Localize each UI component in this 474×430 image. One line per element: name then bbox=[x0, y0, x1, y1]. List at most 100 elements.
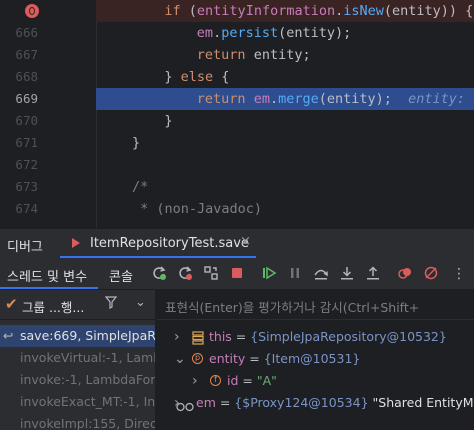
rerun-failed-icon[interactable] bbox=[176, 265, 194, 283]
line-gutter[interactable]: 669 bbox=[0, 88, 96, 110]
code-line[interactable]: 668} else { bbox=[0, 66, 474, 88]
tab-console[interactable]: 콘솔 bbox=[109, 266, 133, 285]
code-line[interactable]: 669 return em.merge(entity); entity: bbox=[0, 88, 474, 110]
tab-item-repository-test[interactable]: ItemRepositoryTest.save × bbox=[62, 229, 251, 258]
frames-header: ✔ 그룹 ...행... ⌄ bbox=[0, 290, 155, 320]
step-out-icon[interactable] bbox=[364, 265, 382, 283]
debug-title: 디버그 bbox=[7, 240, 43, 255]
code-token: return bbox=[196, 47, 254, 63]
stack-frame-item[interactable]: invokeImpl:155, Direct bbox=[0, 413, 156, 430]
line-gutter[interactable]: 670 bbox=[0, 110, 96, 132]
stack-frame-label: invokeVirtual:-1, Lamb bbox=[20, 350, 156, 365]
code-token: * (non-Javadoc) bbox=[132, 201, 263, 217]
stack-frame-item[interactable]: invokeVirtual:-1, Lamb bbox=[0, 347, 156, 369]
line-gutter[interactable] bbox=[0, 0, 96, 22]
variable-value: {SimpleJpaRepository@10532} bbox=[250, 329, 447, 344]
variable-extra: "Shared EntityM bbox=[368, 395, 474, 410]
code-text: em.persist(entity); bbox=[197, 22, 351, 44]
line-gutter[interactable]: 668 bbox=[0, 66, 96, 88]
code-text: } bbox=[132, 132, 140, 154]
code-line[interactable]: 673 /* bbox=[0, 176, 474, 198]
stack-frame-item[interactable]: invokeExact_MT:-1, In bbox=[0, 391, 155, 413]
code-token: (entity); bbox=[278, 25, 352, 41]
line-gutter[interactable]: 672 bbox=[0, 154, 96, 176]
restart-icon[interactable] bbox=[202, 265, 220, 283]
frames-panel: ✔ 그룹 ...행... ⌄ ↩ save:669, SimpleJpaR invo… bbox=[0, 290, 156, 430]
code-line[interactable]: if (entityInformation.isNew(entity)) { bbox=[0, 0, 474, 22]
chevron-right-icon[interactable]: › bbox=[192, 370, 198, 392]
equals-sign: = bbox=[245, 351, 264, 366]
stack-frame-item[interactable]: invoke:-1, LambdaFor bbox=[0, 369, 156, 391]
debug-titlebar: 디버그 ItemRepositoryTest.save × bbox=[0, 228, 474, 258]
code-editor[interactable]: if (entityInformation. isNew(entity)) { 66… bbox=[0, 0, 474, 228]
line-gutter[interactable]: 673 bbox=[0, 176, 96, 198]
watch-icon bbox=[176, 397, 194, 419]
code-text: if (entityInformation.isNew(entity)) { bbox=[164, 0, 473, 22]
code-token: isNew bbox=[343, 3, 384, 19]
code-line[interactable]: 672 bbox=[0, 154, 474, 176]
more-icon[interactable]: ⋮ bbox=[450, 265, 468, 283]
code-token: else bbox=[180, 69, 222, 85]
variable-row[interactable]: › f id = "A" bbox=[156, 370, 474, 392]
variable-row[interactable]: › em = {$Proxy124@10534} "Shared EntityM bbox=[156, 392, 474, 414]
code-token: entityInformation bbox=[196, 3, 336, 19]
stop-icon[interactable] bbox=[228, 265, 246, 283]
mute-breakpoints-icon[interactable] bbox=[422, 265, 440, 283]
evaluate-expression-field[interactable]: 표현식(Enter)을 평가하거나 감시(Ctrl+Shift+ bbox=[156, 290, 474, 320]
variable-row[interactable]: › this = {SimpleJpaRepository@10532} bbox=[156, 326, 474, 348]
stack-frame-label: invoke:-1, LambdaFor bbox=[20, 372, 156, 387]
code-token: . bbox=[213, 25, 222, 41]
chevron-down-icon[interactable]: ⌄ bbox=[174, 348, 186, 370]
step-into-icon[interactable] bbox=[338, 265, 356, 283]
code-token: merge bbox=[278, 91, 319, 107]
debug-toolbar: 스레드 및 변수 콘솔 ⋮ bbox=[0, 258, 474, 290]
code-line[interactable]: 670} bbox=[0, 110, 474, 132]
chevron-down-icon[interactable]: ⌄ bbox=[135, 295, 146, 310]
equals-sign: = bbox=[215, 395, 235, 410]
variable-value: {Item@10531} bbox=[263, 351, 361, 366]
stack-frame-label: invokeImpl:155, Direct bbox=[20, 416, 156, 430]
variable-row[interactable]: ⌄ p entity = {Item@10531} bbox=[156, 348, 474, 370]
filter-icon[interactable] bbox=[104, 296, 118, 313]
variable-name-text: this bbox=[209, 329, 232, 344]
code-line[interactable]: 666 em.persist(entity); bbox=[0, 22, 474, 44]
check-icon[interactable]: ✔ bbox=[5, 295, 18, 313]
line-number: 673 bbox=[15, 179, 38, 194]
code-line[interactable]: 674 * (non-Javadoc) bbox=[0, 198, 474, 220]
close-icon[interactable]: × bbox=[240, 234, 251, 249]
resume-icon[interactable] bbox=[260, 265, 278, 283]
code-line[interactable]: 671} bbox=[0, 132, 474, 154]
line-gutter[interactable]: 666 bbox=[0, 22, 96, 44]
code-token: { bbox=[221, 69, 230, 85]
line-gutter[interactable]: 671 bbox=[0, 132, 96, 154]
step-over-icon[interactable] bbox=[312, 265, 330, 283]
line-number: 672 bbox=[15, 157, 38, 172]
rerun-icon[interactable] bbox=[150, 265, 168, 283]
breakpoint-icon[interactable] bbox=[25, 4, 39, 18]
line-gutter[interactable]: 667 bbox=[0, 44, 96, 66]
code-line[interactable]: 667 return entity; bbox=[0, 44, 474, 66]
pause-icon[interactable] bbox=[286, 265, 304, 283]
parameter-icon: p bbox=[192, 353, 203, 364]
code-text: } else { bbox=[164, 66, 229, 88]
code-token: /* bbox=[132, 179, 149, 195]
code-text: return em.merge(entity); entity: bbox=[197, 88, 473, 110]
variable-name: entity = {Item@10531} bbox=[209, 348, 360, 370]
variables-panel: 표현식(Enter)을 평가하거나 감시(Ctrl+Shift+ › this =… bbox=[156, 290, 474, 430]
code-token: persist bbox=[221, 25, 279, 41]
line-gutter[interactable]: 674 bbox=[0, 198, 96, 220]
code-token: entity: bbox=[408, 91, 474, 107]
variable-name: em = {$Proxy124@10534} "Shared EntityM bbox=[196, 392, 474, 414]
stack-frame-item[interactable]: ↩ save:669, SimpleJpaR bbox=[0, 325, 155, 347]
code-token: (entity)) { bbox=[383, 3, 474, 19]
thread-selector[interactable]: 그룹 ...행... bbox=[22, 297, 84, 316]
variable-value: "A" bbox=[256, 373, 277, 388]
code-token: if bbox=[164, 3, 189, 19]
variable-name: id = "A" bbox=[227, 370, 277, 392]
code-token: } bbox=[164, 69, 181, 85]
tab-threads-variables[interactable]: 스레드 및 변수 bbox=[7, 266, 87, 285]
variable-name-text: entity bbox=[209, 351, 246, 366]
code-token: ( bbox=[188, 3, 197, 19]
chevron-right-icon[interactable]: › bbox=[174, 326, 180, 348]
view-breakpoints-icon[interactable] bbox=[396, 265, 414, 283]
